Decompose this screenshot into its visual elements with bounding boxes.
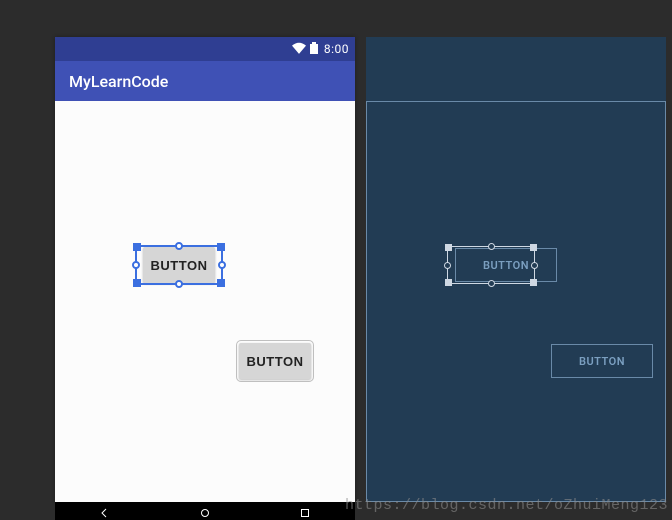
constraint-handle-e[interactable] xyxy=(218,261,226,269)
bp-constraint-handle-w[interactable] xyxy=(444,262,451,269)
bp-resize-handle-sw[interactable] xyxy=(445,279,452,286)
blueprint-button-2-label: BUTTON xyxy=(579,355,625,368)
battery-icon xyxy=(310,42,318,57)
status-time: 8:00 xyxy=(324,42,349,56)
nav-recent-icon[interactable] xyxy=(297,504,313,520)
resize-handle-ne[interactable] xyxy=(217,243,225,251)
android-status-bar: 8:00 xyxy=(55,37,355,61)
nav-home-icon[interactable] xyxy=(197,504,213,520)
resize-handle-nw[interactable] xyxy=(133,243,141,251)
android-nav-bar xyxy=(55,502,355,520)
blueprint-button-1-label: BUTTON xyxy=(483,259,529,272)
blueprint-toolbar xyxy=(366,61,666,101)
app-toolbar: MyLearnCode xyxy=(55,61,355,101)
button-1-label: BUTTON xyxy=(151,258,208,273)
button-2-label: BUTTON xyxy=(247,354,304,369)
resize-handle-se[interactable] xyxy=(217,279,225,287)
design-preview-pane: 8:00 MyLearnCode BUTTON BUTTON xyxy=(55,37,355,502)
resize-handle-sw[interactable] xyxy=(133,279,141,287)
button-1[interactable]: BUTTON xyxy=(143,247,215,283)
wifi-icon xyxy=(292,42,306,57)
bp-resize-handle-nw[interactable] xyxy=(445,244,452,251)
blueprint-button-2[interactable]: BUTTON xyxy=(551,344,653,378)
nav-back-icon[interactable] xyxy=(97,504,113,520)
constraint-handle-w[interactable] xyxy=(132,261,140,269)
blueprint-button-1[interactable]: BUTTON xyxy=(455,248,557,282)
app-title: MyLearnCode xyxy=(69,72,168,91)
button-2[interactable]: BUTTON xyxy=(239,343,311,379)
blueprint-canvas[interactable]: BUTTON BUTTON xyxy=(366,101,666,502)
layout-canvas[interactable]: BUTTON BUTTON xyxy=(55,101,355,502)
blueprint-status-bar xyxy=(366,37,666,61)
blueprint-pane: BUTTON BUTTON xyxy=(366,37,666,502)
